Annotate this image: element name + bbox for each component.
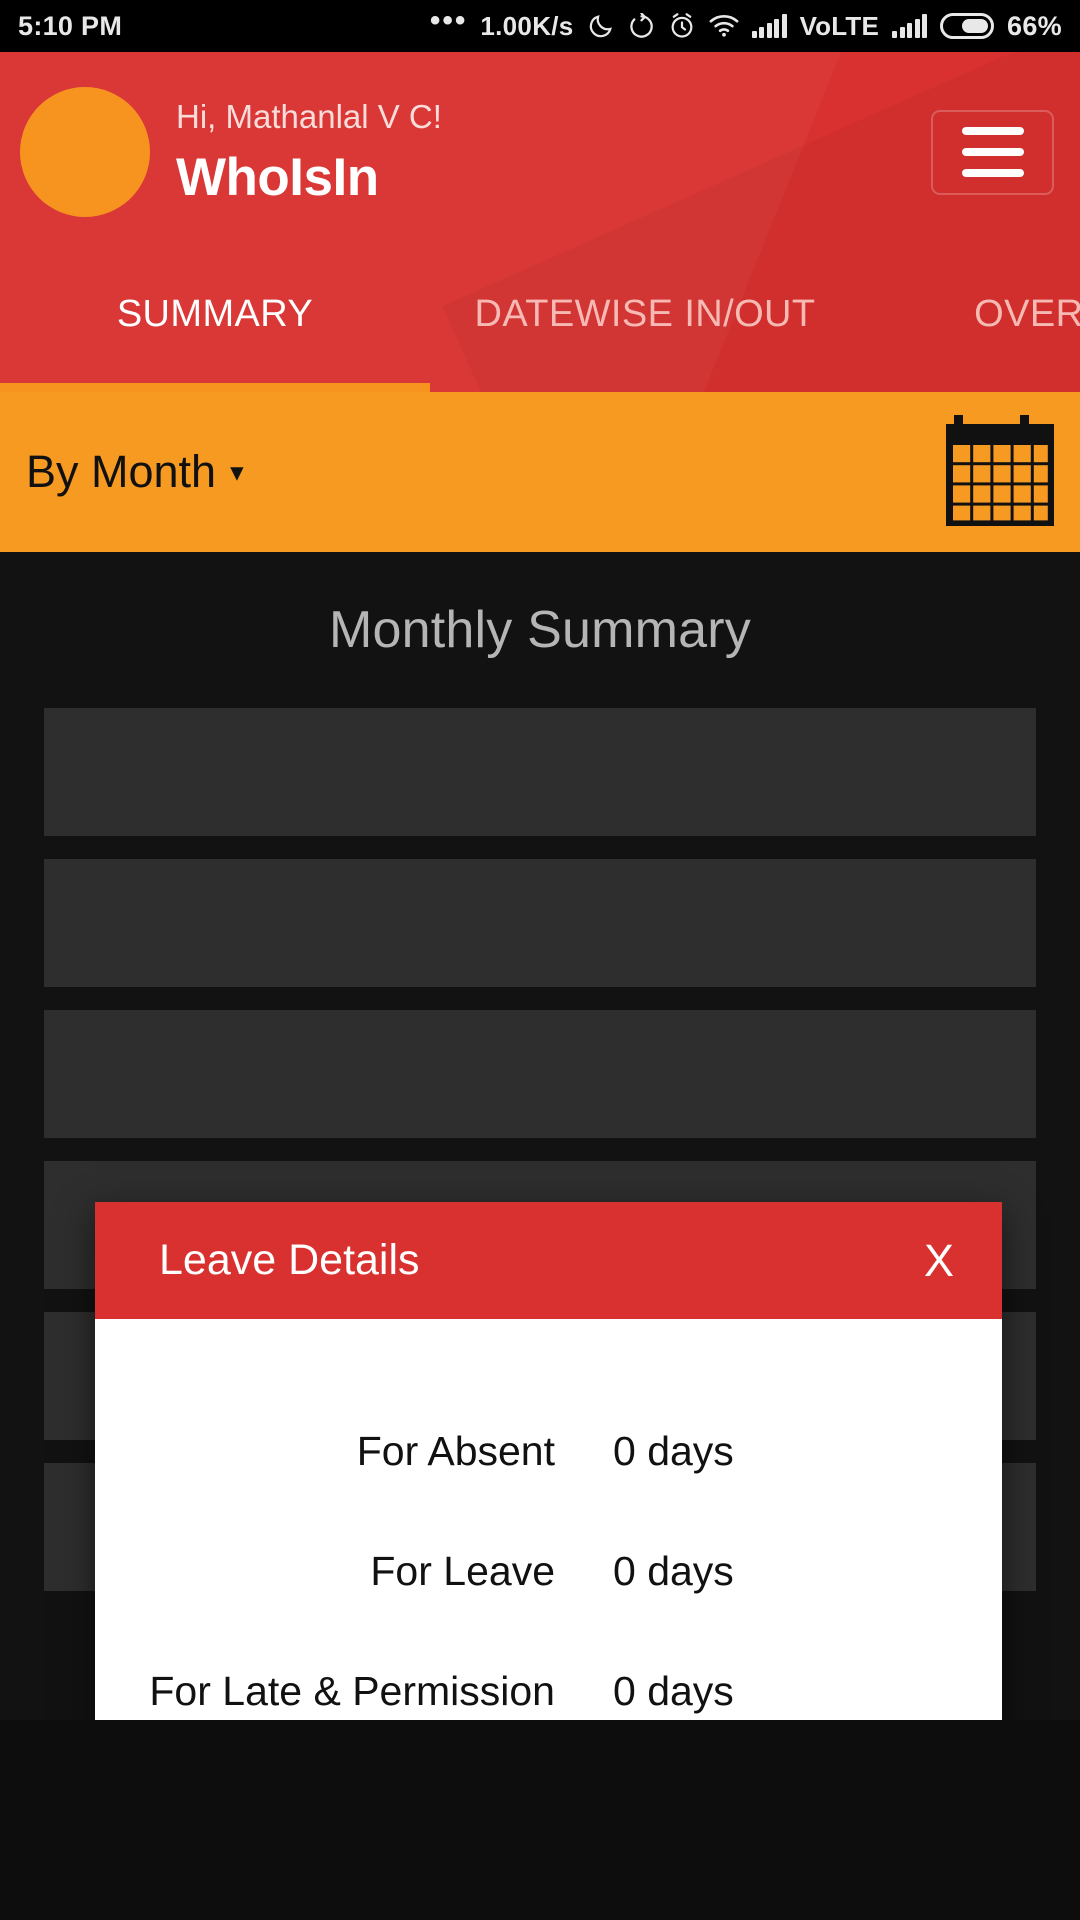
leave-row: For Leave 0 days [95, 1511, 1002, 1631]
page-body: Monthly Summary Pay Loss 0 days Salaried… [0, 552, 1080, 1720]
page-title: Monthly Summary [329, 601, 751, 659]
leave-row-label: For Leave [370, 1547, 555, 1594]
leave-row-value: 0 days [613, 1427, 734, 1474]
tab-bar: SUMMARY DATEWISE IN/OUT OVERRIDE [0, 252, 1080, 392]
header-top-row: Hi, Mathanlal V C! WhoIsIn [0, 52, 1080, 252]
summary-row-hidden [44, 708, 1036, 836]
leave-details-dialog: Leave Details X For Absent 0 days For Le… [95, 1202, 1002, 1720]
cellular-signal-icon-2 [892, 14, 928, 38]
dialog-header: Leave Details X [95, 1202, 1002, 1319]
battery-percentage-label: 66% [1007, 10, 1062, 41]
alarm-clock-icon [668, 12, 696, 40]
greeting-label: Hi, Mathanlal V C! [176, 98, 442, 136]
calendar-icon[interactable] [946, 414, 1054, 531]
status-bar-icons: ••• 1.00K/s VoLTE 66% [429, 4, 1062, 42]
dnd-moon-icon [587, 12, 615, 40]
by-month-label: By Month [26, 446, 217, 497]
user-avatar[interactable] [20, 87, 150, 217]
wifi-icon [709, 14, 739, 38]
leave-row: For Late & Permission 0 days [95, 1631, 1002, 1720]
status-bar-clock: 5:10 PM [18, 10, 123, 41]
close-icon[interactable]: X [910, 1230, 968, 1291]
chevron-down-icon: ▾ [230, 456, 244, 487]
leave-row-value: 0 days [613, 1667, 734, 1714]
sync-icon [628, 12, 655, 40]
network-speed-label: 1.00K/s [480, 10, 574, 41]
app-title: WhoIsIn [176, 148, 379, 208]
filter-bar: By Month ▾ [0, 392, 1080, 552]
leave-row-label: For Absent [356, 1427, 555, 1474]
app-header: Hi, Mathanlal V C! WhoIsIn SUMMARY DATEW… [0, 52, 1080, 392]
dialog-title: Leave Details [159, 1236, 420, 1284]
leave-row-label: For Late & Permission [149, 1667, 555, 1714]
hamburger-menu-icon[interactable] [931, 109, 1054, 195]
summary-row-hidden [44, 859, 1036, 987]
summary-row-hidden [44, 1010, 1036, 1138]
leave-row: For Absent 0 days [95, 1391, 1002, 1511]
tab-override[interactable]: OVERRIDE [860, 293, 1080, 392]
cellular-signal-icon [751, 14, 787, 38]
by-month-dropdown[interactable]: By Month ▾ [26, 446, 244, 498]
volte-label: VoLTE [799, 10, 880, 41]
status-bar: 5:10 PM ••• 1.00K/s VoLTE 66% [0, 0, 1080, 52]
leave-row-value: 0 days [613, 1547, 734, 1594]
tab-datewise-in-out[interactable]: DATEWISE IN/OUT [430, 293, 860, 392]
battery-icon [940, 13, 995, 39]
more-icons-icon: ••• [429, 4, 468, 37]
dialog-body: For Absent 0 days For Leave 0 days For L… [95, 1319, 1002, 1720]
header-text-block: Hi, Mathanlal V C! WhoIsIn [176, 96, 442, 208]
tab-summary[interactable]: SUMMARY [0, 293, 430, 392]
